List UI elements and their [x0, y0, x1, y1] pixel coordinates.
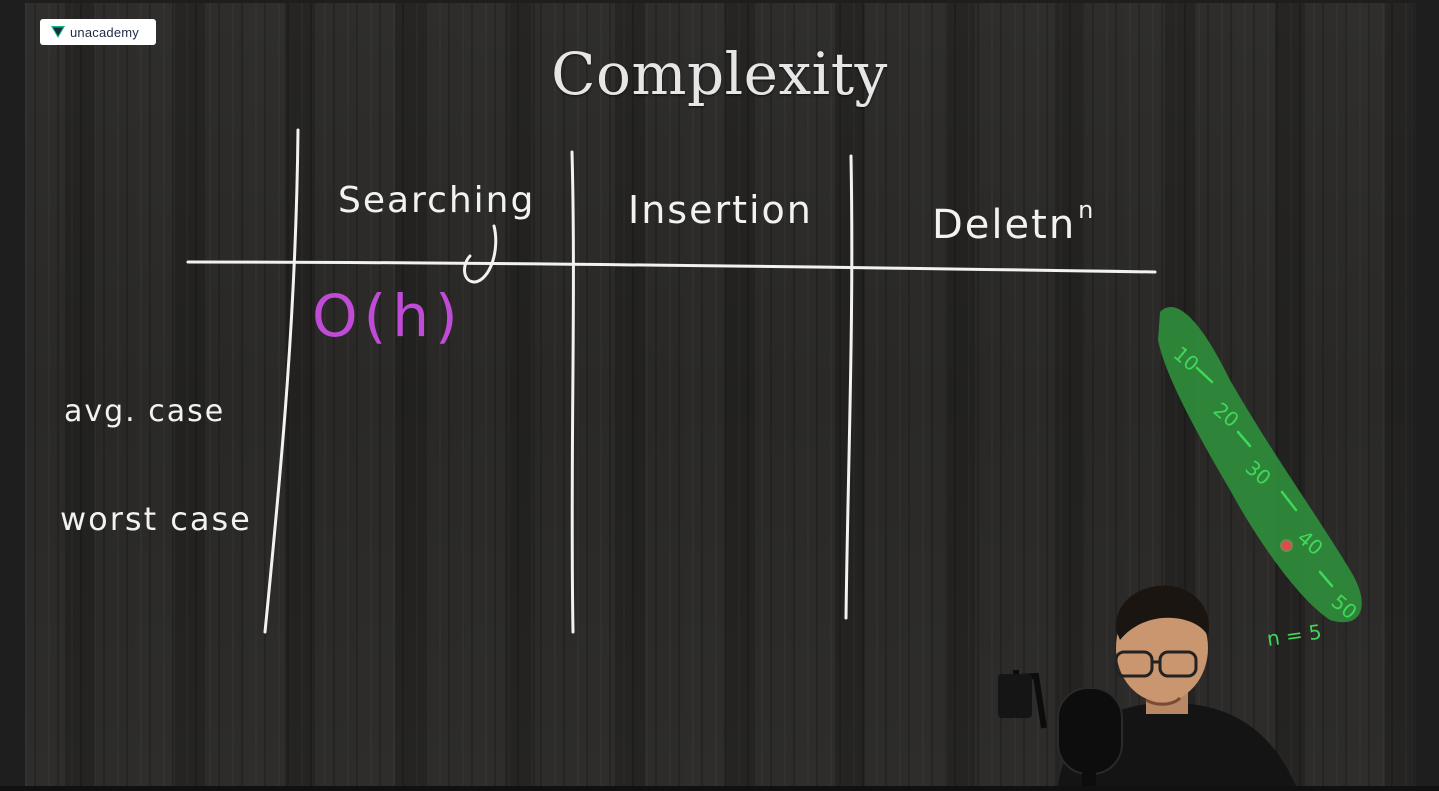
value-50: 50: [1327, 589, 1362, 624]
screen-bottom-bar: [0, 786, 1439, 791]
presenter-webcam-icon: [998, 585, 1296, 786]
value-30: 30: [1241, 455, 1276, 490]
value-10: 10: [1169, 341, 1204, 376]
value-40: 40: [1293, 525, 1328, 560]
value-20: 20: [1209, 397, 1244, 432]
laser-pointer-dot: [1282, 541, 1291, 550]
